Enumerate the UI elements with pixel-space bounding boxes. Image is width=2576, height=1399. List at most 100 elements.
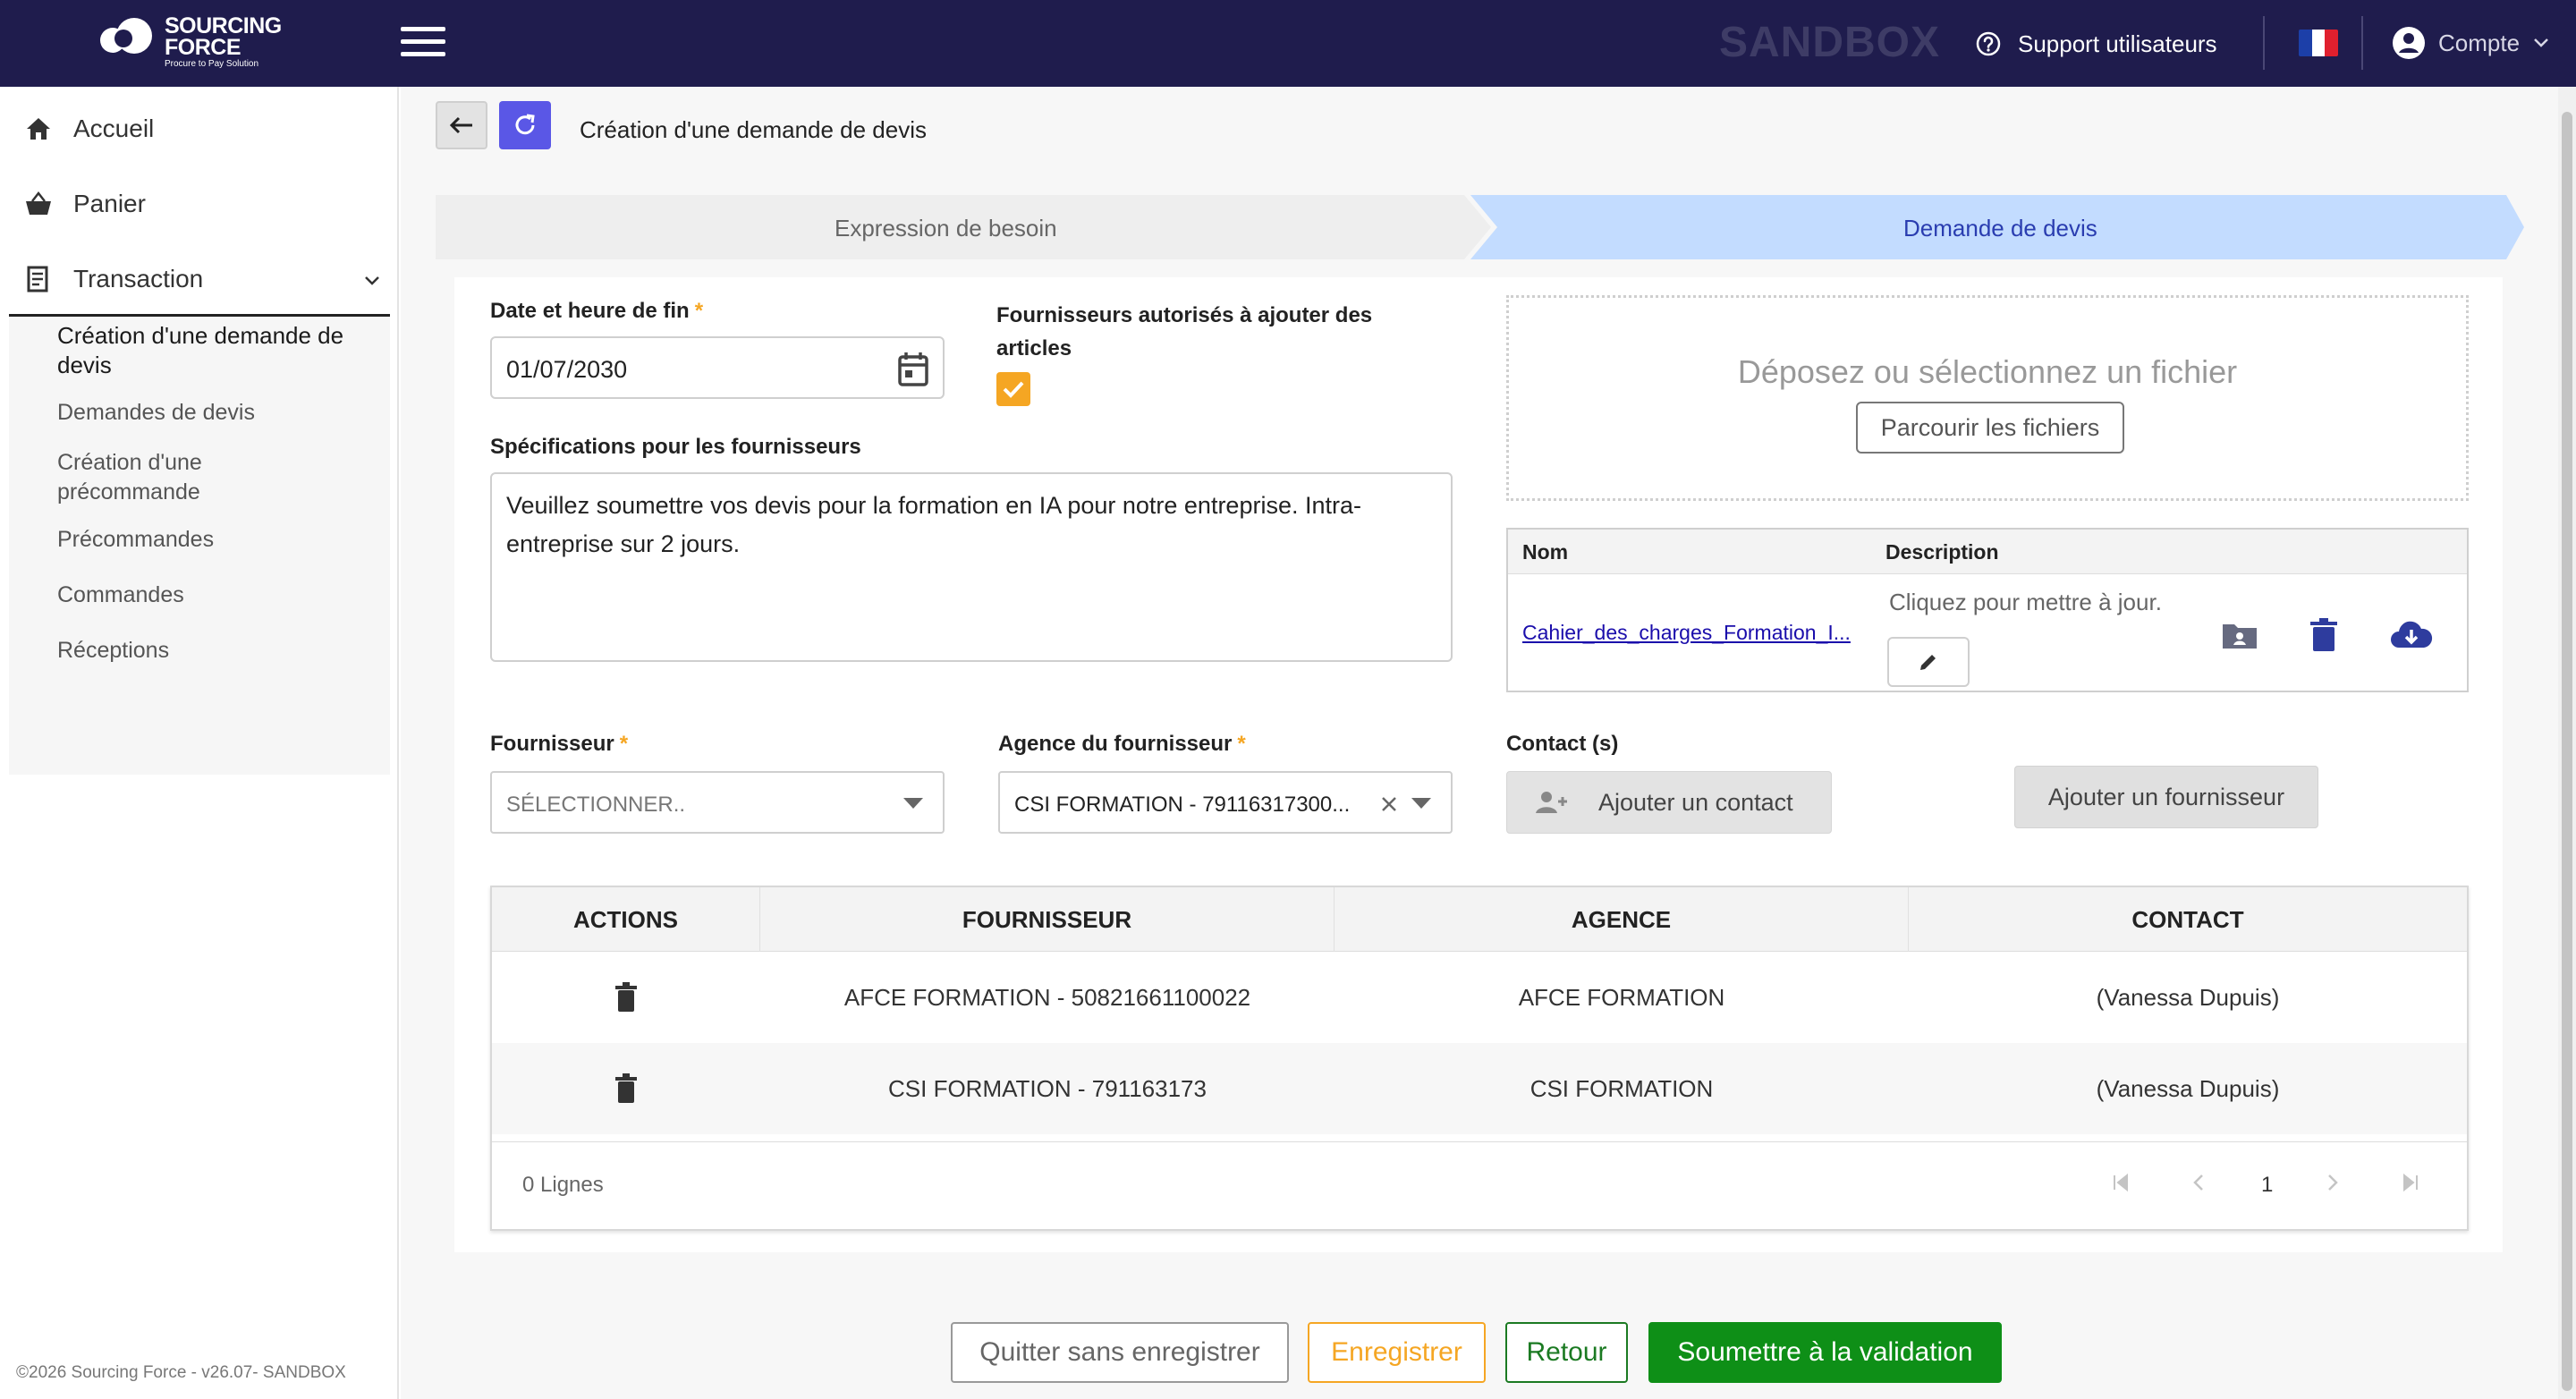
sidebar-sub-item-precommandes[interactable]: Précommandes xyxy=(57,525,214,555)
sidebar-item-panier[interactable]: Panier xyxy=(23,189,146,219)
page-scrollbar[interactable] xyxy=(2558,87,2576,1399)
support-label: Support utilisateurs xyxy=(2018,30,2217,57)
user-circle-icon xyxy=(2393,27,2425,59)
chevron-down-icon xyxy=(2534,38,2548,47)
trash-icon[interactable] xyxy=(2304,615,2343,655)
help-circle-icon xyxy=(1976,31,2001,56)
cell-contact: (Vanessa Dupuis) xyxy=(2096,984,2280,1011)
edit-description-button[interactable] xyxy=(1887,637,1970,687)
column-header-description: Description xyxy=(1885,540,1999,564)
table-row: CSI FORMATION - 791163173 CSI FORMATION … xyxy=(492,1043,2467,1134)
account-label: Compte xyxy=(2438,29,2521,56)
return-button[interactable]: Retour xyxy=(1505,1322,1628,1383)
column-header-contact[interactable]: CONTACT xyxy=(1909,887,2467,952)
checkmark-icon xyxy=(1003,381,1024,398)
grid-header: ACTIONS FOURNISSEUR AGENCE CONTACT xyxy=(492,887,2467,952)
suppliers-grid: ACTIONS FOURNISSEUR AGENCE CONTACT AFCE … xyxy=(490,886,2469,1231)
sidebar: Accueil Panier Transaction Création d'un… xyxy=(0,87,399,1399)
app-footer: ©2026 Sourcing Force - v26.07- SANDBOX xyxy=(16,1363,346,1382)
column-header-agency[interactable]: AGENCE xyxy=(1335,887,1909,952)
divider xyxy=(2263,16,2265,70)
suppliers-can-add-label: Fournisseurs autorisés à ajouter des art… xyxy=(996,303,1373,360)
add-contact-button[interactable]: Ajouter un contact xyxy=(1506,771,1832,834)
receipt-icon xyxy=(27,266,48,293)
chevron-down-icon xyxy=(365,276,379,285)
environment-label: SANDBOX xyxy=(1719,19,1941,66)
sidebar-item-label: Accueil xyxy=(73,114,155,142)
cell-agency: AFCE FORMATION xyxy=(1518,984,1725,1011)
table-row: AFCE FORMATION - 50821661100022 AFCE FOR… xyxy=(492,952,2467,1043)
language-flag-icon[interactable] xyxy=(2299,30,2338,56)
submit-for-validation-button[interactable]: Soumettre à la validation xyxy=(1648,1322,2002,1383)
logo-tagline: Procure to Pay Solution xyxy=(165,59,259,69)
trash-icon[interactable] xyxy=(614,982,639,1013)
hamburger-icon xyxy=(401,27,445,31)
logo-text-line2: FORCE xyxy=(165,35,242,60)
save-button[interactable]: Enregistrer xyxy=(1308,1322,1486,1383)
suppliers-can-add-checkbox[interactable] xyxy=(996,372,1030,406)
supplier-select[interactable]: SÉLECTIONNER.. xyxy=(490,771,945,834)
sidebar-item-accueil[interactable]: Accueil xyxy=(23,114,154,144)
supplier-placeholder: SÉLECTIONNER.. xyxy=(506,793,686,817)
sidebar-sub-item-commandes[interactable]: Commandes xyxy=(57,581,184,610)
specs-label: Spécifications pour les fournisseurs xyxy=(490,435,861,459)
logo-icon xyxy=(100,18,152,54)
sidebar-sub-item-demandes[interactable]: Demandes de devis xyxy=(57,398,255,428)
sidebar-item-label: Transaction xyxy=(73,265,204,293)
previous-page-icon[interactable] xyxy=(2186,1169,2213,1196)
cell-supplier: AFCE FORMATION - 50821661100022 xyxy=(843,984,1251,1011)
refresh-button[interactable] xyxy=(499,101,551,149)
end-date-label: Date et heure de fin * xyxy=(490,299,704,323)
page-title: Création d'une demande de devis xyxy=(580,116,928,143)
sidebar-item-transaction[interactable]: Transaction xyxy=(23,264,381,294)
agency-label: Agence du fournisseur * xyxy=(998,732,1246,756)
cell-agency: CSI FORMATION xyxy=(1530,1075,1714,1102)
file-dropzone[interactable]: Déposez ou sélectionnez un fichier Parco… xyxy=(1506,295,2469,501)
dropzone-text: Déposez ou sélectionnez un fichier xyxy=(1737,353,2238,390)
app-logo[interactable]: SOURCING FORCE Procure to Pay Solution xyxy=(98,13,286,72)
clear-icon[interactable] xyxy=(1379,794,1399,814)
specs-textarea[interactable]: Veuillez soumettre vos devis pour la for… xyxy=(490,472,1453,662)
home-icon xyxy=(27,118,50,140)
end-date-value: 01/07/2030 xyxy=(506,356,628,383)
calendar-icon[interactable] xyxy=(896,351,930,388)
add-supplier-button[interactable]: Ajouter un fournisseur xyxy=(2014,766,2318,828)
sidebar-sub-item-creation-demande[interactable]: Création d'une demande de devis xyxy=(57,321,388,380)
column-header-supplier[interactable]: FOURNISSEUR xyxy=(760,887,1335,952)
agency-select[interactable]: CSI FORMATION - 79116317300... xyxy=(998,771,1453,834)
contact-label: Contact (s) xyxy=(1506,732,1619,756)
back-button[interactable] xyxy=(436,101,487,149)
grid-footer: 0 Lignes 1 xyxy=(492,1141,2467,1229)
browse-files-button[interactable]: Parcourir les fichiers xyxy=(1856,402,2124,454)
basket-icon xyxy=(26,191,51,215)
folder-user-icon[interactable] xyxy=(2220,615,2259,655)
cell-contact: (Vanessa Dupuis) xyxy=(2096,1075,2280,1102)
user-add-icon xyxy=(1536,792,1567,813)
next-page-icon[interactable] xyxy=(2318,1169,2345,1196)
sidebar-sub-item-receptions[interactable]: Réceptions xyxy=(57,636,169,666)
caret-down-icon xyxy=(903,798,923,809)
first-page-icon[interactable] xyxy=(2107,1169,2134,1196)
account-menu[interactable]: Compte xyxy=(2392,25,2550,61)
step-demande-devis[interactable]: Demande de devis xyxy=(1903,215,2097,242)
support-link[interactable]: Support utilisateurs xyxy=(1975,27,2217,61)
top-bar: SOURCING FORCE Procure to Pay Solution S… xyxy=(0,0,2576,87)
divider xyxy=(2361,16,2363,70)
attachments-header: Nom Description xyxy=(1508,530,2467,574)
sidebar-sub-item-creation-precommande[interactable]: Création d'une précommande xyxy=(57,448,290,507)
quit-without-saving-button[interactable]: Quitter sans enregistrer xyxy=(951,1322,1289,1383)
trash-icon[interactable] xyxy=(614,1073,639,1104)
column-header-actions[interactable]: ACTIONS xyxy=(492,887,760,952)
refresh-icon xyxy=(515,114,535,135)
menu-toggle-button[interactable] xyxy=(401,27,445,61)
current-page[interactable]: 1 xyxy=(2261,1173,2273,1198)
cloud-download-icon[interactable] xyxy=(2388,615,2435,655)
add-contact-label: Ajouter un contact xyxy=(1598,788,1793,816)
last-page-icon[interactable] xyxy=(2397,1169,2424,1196)
attachment-description[interactable]: Cliquez pour mettre à jour. xyxy=(1889,589,2162,616)
attachment-file-link[interactable]: Cahier_des_charges_Formation_I... xyxy=(1522,621,1851,645)
step-expression-besoin[interactable]: Expression de besoin xyxy=(835,215,1057,242)
supplier-label: Fournisseur * xyxy=(490,732,629,756)
row-count: 0 Lignes xyxy=(522,1173,604,1197)
end-date-input[interactable]: 01/07/2030 xyxy=(490,336,945,399)
